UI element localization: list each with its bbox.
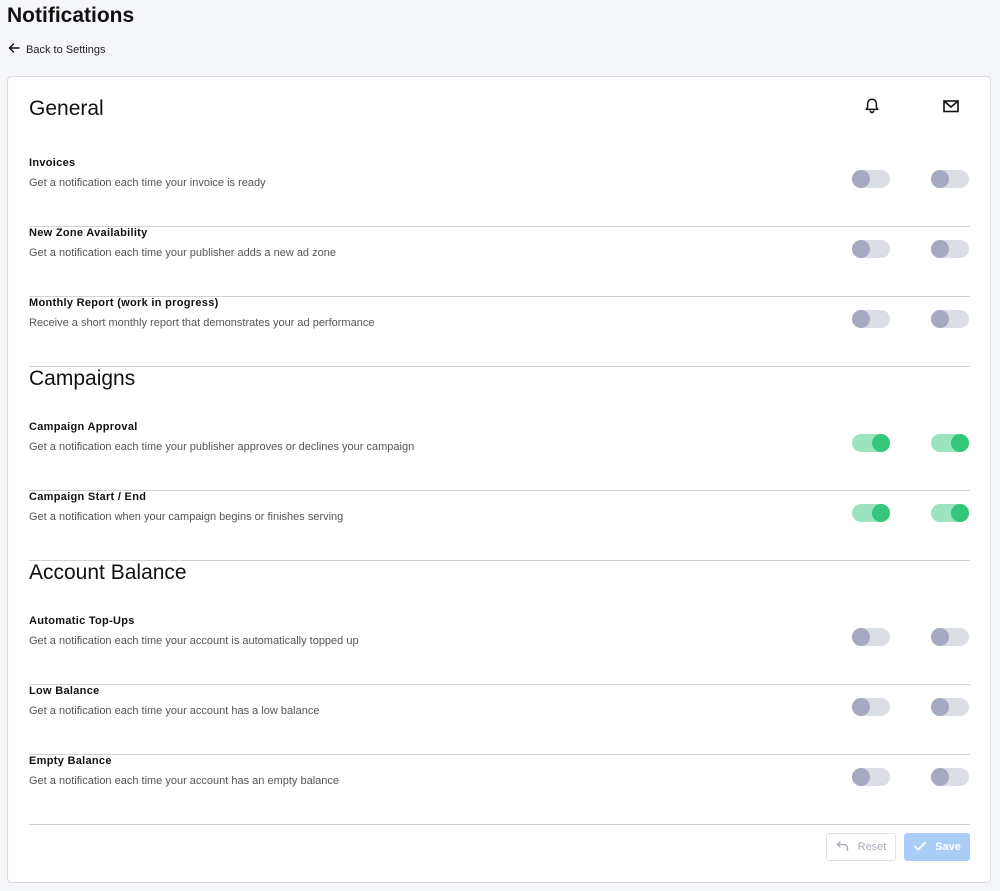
email-notification-toggle[interactable] <box>931 698 969 716</box>
notification-description: Get a notification each time your invoic… <box>29 177 266 189</box>
toggle-knob <box>951 504 969 522</box>
push-notification-toggle[interactable] <box>852 170 890 188</box>
section-title: Account Balance <box>29 561 187 584</box>
toggle-knob <box>872 434 890 452</box>
arrow-left-icon <box>8 42 20 57</box>
back-link-label: Back to Settings <box>26 43 106 56</box>
notification-row: Monthly Report (work in progress) Receive… <box>29 297 970 367</box>
toggle-knob <box>852 698 870 716</box>
notification-row: Low Balance Get a notification each time … <box>29 685 970 755</box>
notification-description: Get a notification each time your accoun… <box>29 775 340 787</box>
push-notification-toggle[interactable] <box>852 310 890 328</box>
notification-description: Get a notification each time your accoun… <box>29 705 320 717</box>
email-notification-toggle[interactable] <box>931 768 969 786</box>
toggle-knob <box>931 310 949 328</box>
notification-description: Get a notification each time your publis… <box>29 247 336 259</box>
section-title: Campaigns <box>29 367 136 390</box>
notification-title: Empty Balance <box>29 755 112 767</box>
notification-description: Get a notification each time your publis… <box>29 441 415 453</box>
notification-row: Invoices Get a notification each time you… <box>29 157 970 227</box>
notification-row: Campaign Approval Get a notification each… <box>29 421 970 491</box>
section-title: General <box>29 97 104 120</box>
push-notification-toggle[interactable] <box>852 504 890 522</box>
push-notification-toggle[interactable] <box>852 698 890 716</box>
email-notification-toggle[interactable] <box>931 170 969 188</box>
notification-row: New Zone Availability Get a notification … <box>29 227 970 297</box>
page-title: Notifications <box>7 4 135 27</box>
toggle-knob <box>931 628 949 646</box>
notification-title: Automatic Top-Ups <box>29 615 135 627</box>
check-icon <box>913 839 927 856</box>
save-label: Save <box>935 841 961 853</box>
notification-row: Campaign Start / End Get a notification w… <box>29 491 970 561</box>
notification-row: Automatic Top-Ups Get a notification each… <box>29 615 970 685</box>
push-notification-toggle[interactable] <box>852 768 890 786</box>
notification-title: Campaign Approval <box>29 421 138 433</box>
toggle-knob <box>852 310 870 328</box>
email-notification-toggle[interactable] <box>931 434 969 452</box>
notifications-card: General Invoices Get a notification each t… <box>7 76 991 883</box>
email-notification-toggle[interactable] <box>931 628 969 646</box>
notification-description: Get a notification each time your accoun… <box>29 635 359 647</box>
notification-title: Campaign Start / End <box>29 491 147 503</box>
notification-title: Low Balance <box>29 685 100 697</box>
notification-description: Receive a short monthly report that demo… <box>29 317 375 329</box>
save-button[interactable]: Save <box>904 833 970 861</box>
toggle-knob <box>852 240 870 258</box>
toggle-knob <box>872 504 890 522</box>
toggle-knob <box>852 170 870 188</box>
email-notification-toggle[interactable] <box>931 240 969 258</box>
notification-description: Get a notification when your campaign be… <box>29 511 344 523</box>
envelope-icon <box>942 97 960 115</box>
email-notification-toggle[interactable] <box>931 504 969 522</box>
back-to-settings-link[interactable]: Back to Settings <box>8 42 106 57</box>
notification-title: New Zone Availability <box>29 227 148 239</box>
notification-row: Empty Balance Get a notification each tim… <box>29 755 970 825</box>
toggle-knob <box>951 434 969 452</box>
toggle-knob <box>931 240 949 258</box>
reset-button[interactable]: Reset <box>826 833 896 861</box>
push-notification-toggle[interactable] <box>852 628 890 646</box>
toggle-knob <box>931 768 949 786</box>
push-notification-toggle[interactable] <box>852 240 890 258</box>
toggle-knob <box>931 170 949 188</box>
email-notification-toggle[interactable] <box>931 310 969 328</box>
undo-icon <box>836 839 850 856</box>
bell-icon <box>863 97 881 115</box>
notification-title: Invoices <box>29 157 76 169</box>
toggle-knob <box>931 698 949 716</box>
push-notification-toggle[interactable] <box>852 434 890 452</box>
notification-title: Monthly Report (work in progress) <box>29 297 219 309</box>
reset-label: Reset <box>857 841 887 853</box>
toggle-knob <box>852 628 870 646</box>
toggle-knob <box>852 768 870 786</box>
